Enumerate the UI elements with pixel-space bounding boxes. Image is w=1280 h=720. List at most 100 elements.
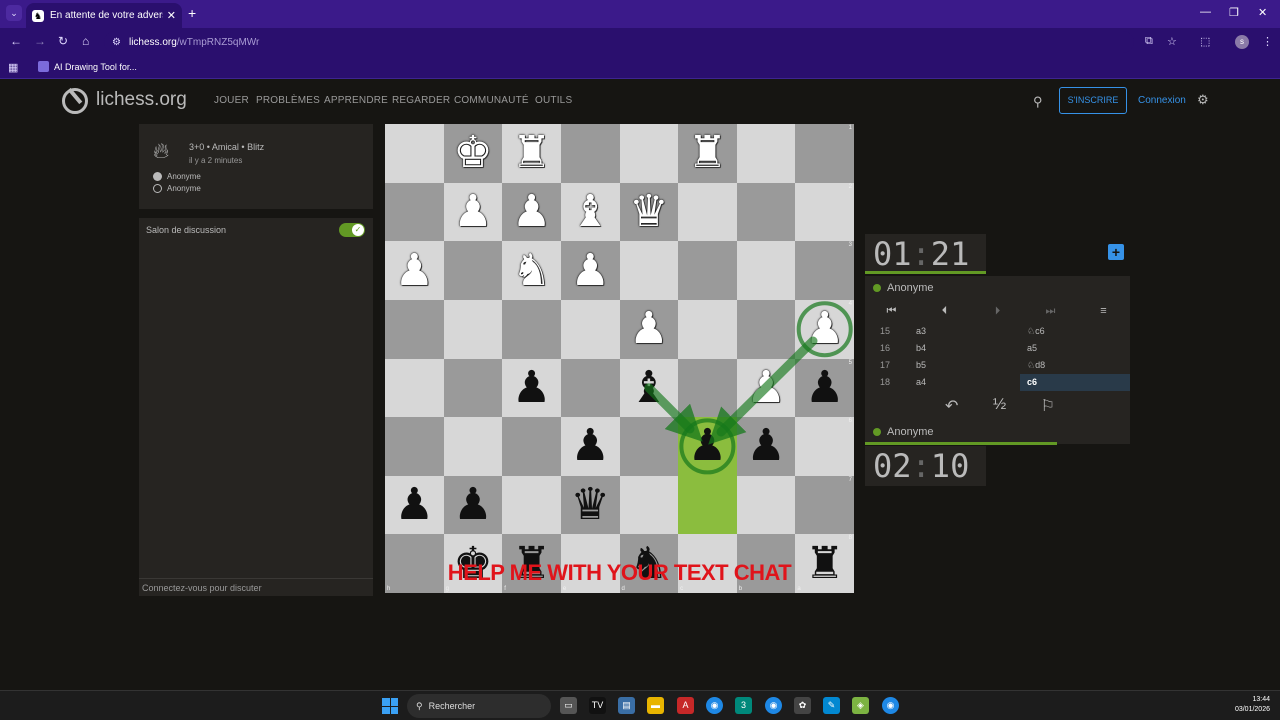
close-tab-icon[interactable]: ✕ xyxy=(167,9,176,22)
board-square[interactable] xyxy=(443,358,503,418)
chrome-active-icon[interactable]: ◉ xyxy=(882,697,899,714)
board-square[interactable]: ♟ xyxy=(502,358,561,418)
board-square[interactable]: ♚ xyxy=(443,124,503,183)
android-icon[interactable]: ◈ xyxy=(852,697,869,714)
chrome-profile-icon[interactable]: ◉ xyxy=(765,697,782,714)
board-square[interactable] xyxy=(678,475,737,535)
board-square[interactable]: ♟ xyxy=(385,241,444,300)
white-move[interactable]: b5 xyxy=(916,360,926,370)
board-square[interactable] xyxy=(443,417,503,476)
store-icon[interactable]: ▤ xyxy=(618,697,635,714)
resign-flag-icon[interactable]: ⚐ xyxy=(1041,396,1055,416)
nav-watch[interactable]: REGARDER xyxy=(392,95,450,106)
board-square[interactable]: ♟ xyxy=(443,475,503,535)
chat-toggle[interactable]: ✓ xyxy=(339,223,365,237)
browser-tab[interactable]: ♞ En attente de votre adversaire ✕ xyxy=(26,3,182,28)
board-square[interactable] xyxy=(619,475,679,535)
board-square[interactable] xyxy=(502,417,561,476)
lichess-logo-icon[interactable] xyxy=(62,88,88,114)
board-square[interactable]: ♟ xyxy=(443,182,503,242)
white-rook-icon[interactable]: ♜ xyxy=(512,131,551,175)
board-square[interactable] xyxy=(385,358,444,418)
board-square[interactable]: ♟ 5 xyxy=(795,358,854,418)
board-square[interactable]: ♟ xyxy=(619,299,679,359)
search-icon[interactable]: ⚲ xyxy=(1033,94,1043,110)
board-square[interactable]: 2 xyxy=(795,182,854,242)
nav-puzzles[interactable]: PROBLÈMES xyxy=(256,95,320,106)
board-square[interactable] xyxy=(678,299,737,359)
next-move-icon[interactable]: ⏵ xyxy=(971,300,1024,322)
white-pawn-icon[interactable]: ♟ xyxy=(746,365,785,410)
new-tab-icon[interactable]: + xyxy=(188,5,196,21)
acrobat-icon[interactable]: A xyxy=(677,697,694,714)
player-white[interactable]: Anonyme xyxy=(153,172,201,181)
board-square[interactable]: ♟ xyxy=(736,417,796,476)
board-square[interactable]: ♟ xyxy=(502,182,561,242)
add-time-plus-icon[interactable]: + xyxy=(1108,244,1124,260)
white-pawn-icon[interactable]: ♟ xyxy=(395,248,434,293)
board-square[interactable] xyxy=(560,299,620,359)
board-square[interactable] xyxy=(502,475,561,535)
white-move[interactable]: a4 xyxy=(916,377,926,387)
board-square[interactable] xyxy=(502,299,561,359)
board-square[interactable]: ♟ xyxy=(678,417,737,476)
black-pawn-icon[interactable]: ♟ xyxy=(570,424,609,468)
board-square[interactable]: ♜ xyxy=(678,124,737,183)
opponent-player[interactable]: Anonyme xyxy=(873,282,933,294)
board-square[interactable]: ♟ 4 xyxy=(795,299,854,359)
board-square[interactable] xyxy=(443,299,503,359)
white-move[interactable]: b4 xyxy=(916,343,926,353)
maximize-icon[interactable]: ❐ xyxy=(1229,6,1239,19)
task-view-icon[interactable]: ▭ xyxy=(560,697,577,714)
white-pawn-icon[interactable]: ♟ xyxy=(453,189,492,234)
taskbar-search[interactable]: ⚲ Rechercher xyxy=(407,694,551,718)
url-field[interactable]: ⚙ lichess.org/wTmpRNZ5qMWr xyxy=(104,31,1134,53)
last-move-icon[interactable]: ⏭ xyxy=(1024,300,1077,322)
nav-learn[interactable]: APPRENDRE xyxy=(324,95,388,106)
site-info-icon[interactable]: ⚙ xyxy=(112,37,121,48)
takeback-icon[interactable]: ↶ xyxy=(945,396,958,416)
board-square[interactable] xyxy=(736,299,796,359)
board-square[interactable] xyxy=(619,241,679,300)
board-square[interactable] xyxy=(443,241,503,300)
extensions-icon[interactable]: ⬚ xyxy=(1200,35,1210,48)
white-knight-icon[interactable]: ♞ xyxy=(512,248,551,293)
black-pawn-icon[interactable]: ♟ xyxy=(453,483,492,527)
home-icon[interactable]: ⌂ xyxy=(82,34,89,48)
board-square[interactable] xyxy=(619,124,679,183)
black-move[interactable]: c6 xyxy=(1020,374,1130,391)
self-player[interactable]: Anonyme xyxy=(873,426,933,438)
openai-icon[interactable]: ✿ xyxy=(794,697,811,714)
nav-community[interactable]: COMMUNAUTÉ xyxy=(454,95,529,106)
board-square[interactable] xyxy=(736,124,796,183)
white-move[interactable]: a3 xyxy=(916,326,926,336)
black-pawn-icon[interactable]: ♟ xyxy=(805,365,844,410)
black-move[interactable]: ♘d8 xyxy=(1020,357,1130,374)
apps-grid-icon[interactable]: ▦ xyxy=(8,61,18,74)
tradingview-icon[interactable]: TV xyxy=(589,697,606,714)
board-square[interactable] xyxy=(385,299,444,359)
board-square[interactable]: ♛ xyxy=(619,182,679,242)
settings-gear-icon[interactable]: ⚙ xyxy=(1197,92,1209,108)
nav-tools[interactable]: OUTILS xyxy=(535,95,572,106)
board-square[interactable] xyxy=(385,124,444,183)
board-square[interactable] xyxy=(560,358,620,418)
signup-button[interactable]: S'INSCRIRE xyxy=(1059,87,1127,114)
board-square[interactable] xyxy=(560,124,620,183)
nav-play[interactable]: JOUER xyxy=(214,95,249,106)
board-square[interactable]: ♞ xyxy=(502,241,561,300)
board-square[interactable]: ♛ xyxy=(560,475,620,535)
board-square[interactable] xyxy=(385,182,444,242)
chrome-icon[interactable]: ◉ xyxy=(706,697,723,714)
white-queen-icon[interactable]: ♛ xyxy=(629,189,668,234)
system-clock[interactable]: 13:44 03/01/2026 xyxy=(1222,695,1270,715)
board-square[interactable]: ♝ xyxy=(619,358,679,418)
board-square[interactable] xyxy=(619,417,679,476)
board-square[interactable]: ♟ xyxy=(736,358,796,418)
white-pawn-icon[interactable]: ♟ xyxy=(629,307,668,351)
tab-search-icon[interactable]: ⌄ xyxy=(6,5,22,21)
profile-avatar[interactable]: s xyxy=(1235,35,1249,49)
board-square[interactable]: 3 xyxy=(795,241,854,300)
board-square[interactable]: ♟ xyxy=(560,241,620,300)
paint-icon[interactable]: ✎ xyxy=(823,697,840,714)
